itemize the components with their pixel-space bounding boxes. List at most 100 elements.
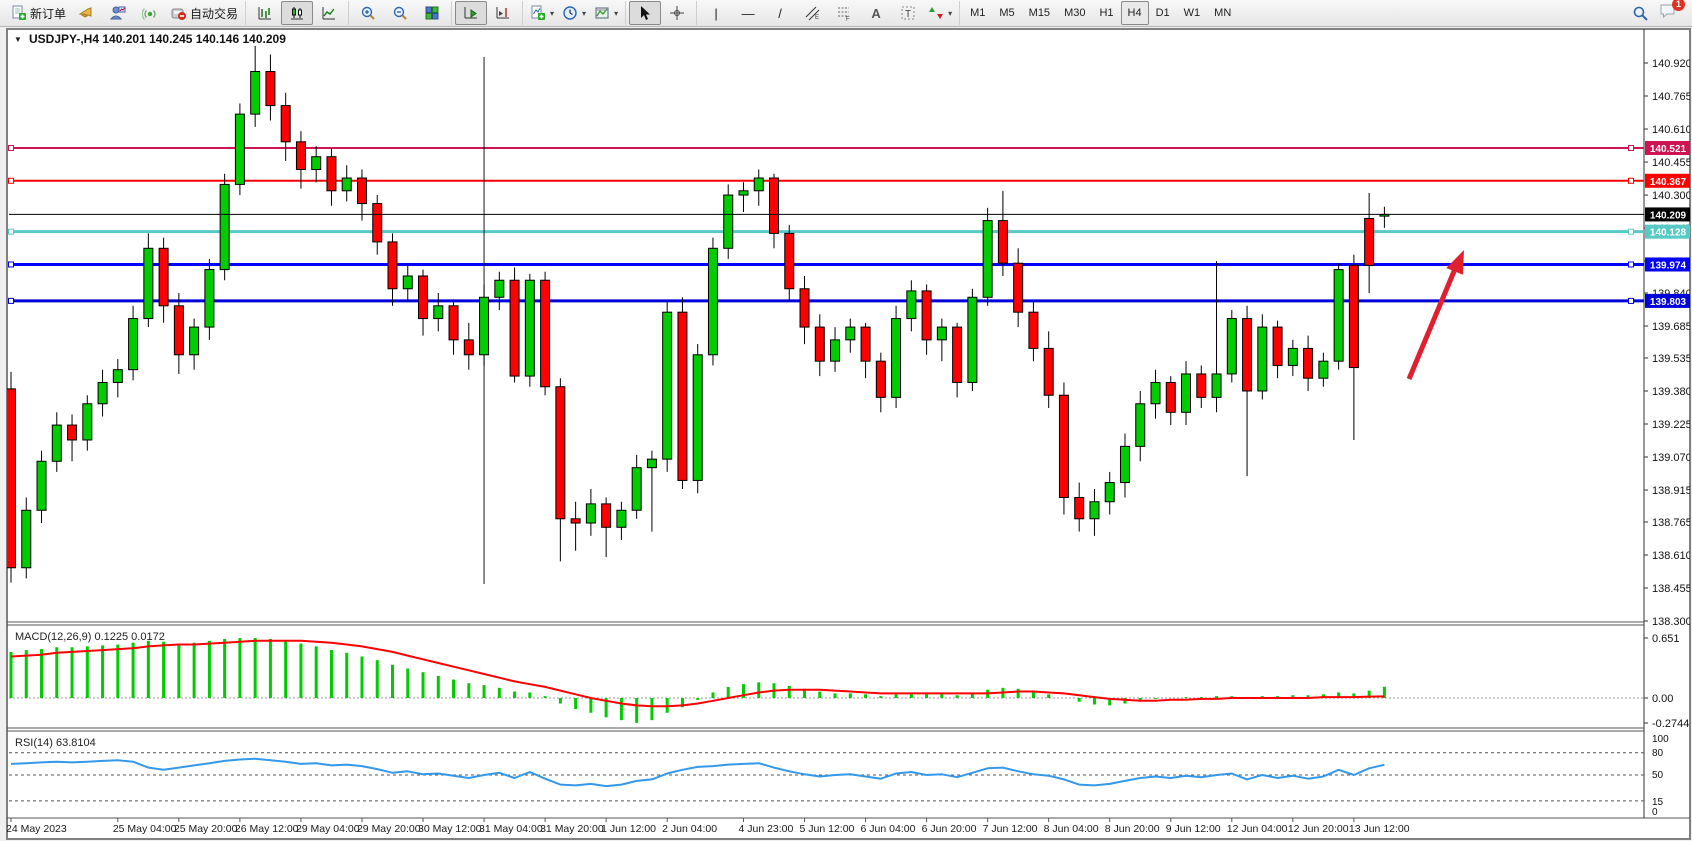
svg-text:9 Jun 12:00: 9 Jun 12:00 xyxy=(1166,823,1221,835)
arrow-objects-icon xyxy=(928,5,944,21)
timeframe-button-m15[interactable]: M15 xyxy=(1022,1,1057,25)
candle xyxy=(495,280,504,297)
search-icon[interactable] xyxy=(1632,5,1649,22)
signals-button[interactable] xyxy=(134,1,166,25)
crosshair-button[interactable] xyxy=(661,1,693,25)
svg-text:139.225: 139.225 xyxy=(1652,419,1690,431)
candle xyxy=(876,361,885,397)
indicators-button[interactable]: ▾ xyxy=(526,1,558,25)
svg-text:31 May 20:00: 31 May 20:00 xyxy=(540,823,604,835)
candle xyxy=(968,297,977,382)
bar-chart-button[interactable] xyxy=(249,1,281,25)
candle xyxy=(266,72,275,106)
candle xyxy=(937,327,946,340)
candle xyxy=(83,404,92,440)
svg-text:139.380: 139.380 xyxy=(1652,386,1690,398)
text-tool[interactable]: A xyxy=(860,1,892,25)
candle xyxy=(419,276,428,319)
chart-title-group: ▼USDJPY-,H4 140.201 140.245 140.146 140.… xyxy=(14,32,286,46)
svg-text:138.610: 138.610 xyxy=(1652,550,1690,562)
chart-shift-button[interactable] xyxy=(487,1,519,25)
chevron-down-icon: ▾ xyxy=(614,9,618,18)
zoom-out-button[interactable] xyxy=(384,1,416,25)
svg-text:8 Jun 04:00: 8 Jun 04:00 xyxy=(1044,823,1099,835)
new-order-label: 新订单 xyxy=(30,5,66,22)
svg-text:140.610: 140.610 xyxy=(1652,124,1690,136)
candle xyxy=(510,280,519,376)
horizontal-line-tool[interactable]: — xyxy=(732,1,764,25)
candle xyxy=(1212,374,1221,397)
line-chart-button[interactable] xyxy=(313,1,345,25)
auto-scroll-button[interactable] xyxy=(455,1,487,25)
candle xyxy=(129,319,138,370)
data-window-button[interactable] xyxy=(102,1,134,25)
candle xyxy=(464,340,473,355)
template-icon xyxy=(594,5,610,21)
symbol-dropdown-icon[interactable]: ▼ xyxy=(14,35,22,44)
timeframe-button-m30[interactable]: M30 xyxy=(1057,1,1092,25)
cursor-button[interactable] xyxy=(629,1,661,25)
templates-button[interactable]: ▾ xyxy=(590,1,622,25)
timeframe-button-w1[interactable]: W1 xyxy=(1177,1,1208,25)
svg-text:30 May 12:00: 30 May 12:00 xyxy=(418,823,482,835)
toolbar-group-drawing: | — / E F A T ▾ xyxy=(696,1,959,25)
svg-text:2 Jun 04:00: 2 Jun 04:00 xyxy=(662,823,717,835)
horizontal-line-icon: — xyxy=(742,6,755,21)
candle xyxy=(434,306,443,319)
trendline-tool[interactable]: / xyxy=(764,1,796,25)
vertical-line-icon: | xyxy=(714,6,717,21)
timeframe-button-mn[interactable]: MN xyxy=(1207,1,1238,25)
clock-icon xyxy=(562,5,578,21)
svg-text:29 May 20:00: 29 May 20:00 xyxy=(357,823,421,835)
candle xyxy=(1365,218,1374,265)
candle xyxy=(647,459,656,468)
candle xyxy=(37,461,46,510)
candlestick-chart-button[interactable] xyxy=(281,1,313,25)
channel-tool[interactable]: E xyxy=(796,1,828,25)
toolbar-group-objects: ▾ ▾ ▾ xyxy=(522,1,625,25)
svg-text:E: E xyxy=(815,15,819,21)
fibonacci-icon: F xyxy=(836,5,852,21)
candle xyxy=(586,504,595,523)
svg-text:12 Jun 04:00: 12 Jun 04:00 xyxy=(1227,823,1288,835)
candle xyxy=(922,291,931,340)
chevron-down-icon: ▾ xyxy=(550,9,554,18)
zoom-in-button[interactable] xyxy=(352,1,384,25)
candle xyxy=(693,355,702,481)
notifications-button[interactable]: 1 xyxy=(1659,3,1678,24)
timeframe-button-m1[interactable]: M1 xyxy=(963,1,992,25)
timeframe-button-h1[interactable]: H1 xyxy=(1092,1,1120,25)
svg-text:80: 80 xyxy=(1652,748,1664,759)
candle xyxy=(907,291,916,319)
svg-text:139.070: 139.070 xyxy=(1652,452,1690,464)
text-label-tool[interactable]: T xyxy=(892,1,924,25)
timeframe-button-m5[interactable]: M5 xyxy=(992,1,1021,25)
timeframe-button-h4[interactable]: H4 xyxy=(1121,1,1149,25)
cursor-arrow-icon xyxy=(637,5,653,21)
candle xyxy=(1029,312,1038,348)
timeframe-button-d1[interactable]: D1 xyxy=(1149,1,1177,25)
tile-windows-button[interactable] xyxy=(416,1,448,25)
market-watch-button[interactable] xyxy=(70,1,102,25)
toolbar-group-zoom xyxy=(348,1,451,25)
text-label-icon: T xyxy=(900,5,916,21)
tile-windows-icon xyxy=(424,5,440,21)
periods-button[interactable]: ▾ xyxy=(558,1,590,25)
svg-text:138.455: 138.455 xyxy=(1652,583,1690,595)
svg-text:140.521: 140.521 xyxy=(1650,144,1687,155)
autotrading-button[interactable]: 自动交易 xyxy=(166,1,242,25)
chart-canvas[interactable]: 140.920140.765140.610140.455140.300140.1… xyxy=(7,29,1690,839)
svg-text:140.128: 140.128 xyxy=(1650,228,1687,239)
profile-chart-icon xyxy=(110,5,126,21)
candle xyxy=(220,184,229,269)
candle xyxy=(312,157,321,170)
fibonacci-tool[interactable]: F xyxy=(828,1,860,25)
arrows-tool[interactable]: ▾ xyxy=(924,1,956,25)
candle xyxy=(617,510,626,527)
candle xyxy=(1197,374,1206,397)
signal-icon xyxy=(142,5,158,21)
vertical-line-tool[interactable]: | xyxy=(700,1,732,25)
new-order-button[interactable]: 新订单 xyxy=(7,1,70,25)
svg-text:26 May 12:00: 26 May 12:00 xyxy=(235,823,299,835)
svg-text:7 Jun 12:00: 7 Jun 12:00 xyxy=(983,823,1038,835)
